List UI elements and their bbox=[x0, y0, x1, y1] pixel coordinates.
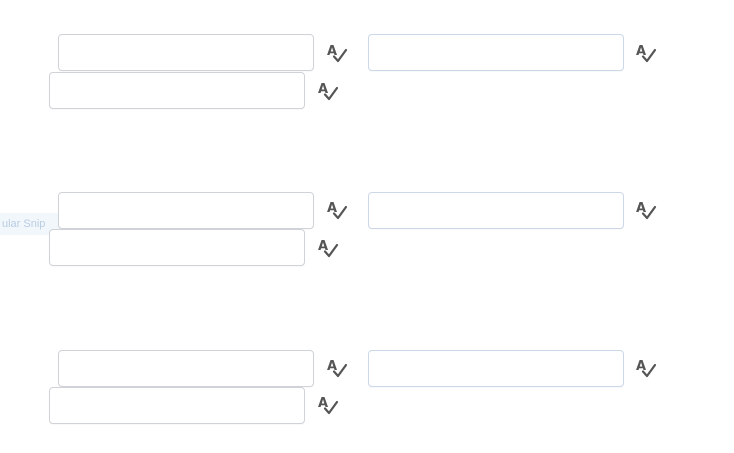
spellcheck-icon[interactable]: A bbox=[326, 357, 348, 379]
text-field-group2-left[interactable] bbox=[58, 192, 314, 229]
text-field-group1-left[interactable] bbox=[58, 34, 314, 71]
spellcheck-icon[interactable]: A bbox=[635, 42, 657, 64]
spellcheck-icon[interactable]: A bbox=[317, 80, 339, 102]
spellcheck-icon[interactable]: A bbox=[326, 42, 348, 64]
spellcheck-icon[interactable]: A bbox=[326, 199, 348, 221]
text-field-group3-left[interactable] bbox=[58, 350, 314, 387]
spellcheck-icon[interactable]: A bbox=[635, 357, 657, 379]
form-canvas: ular Snip A A A A A A A A A bbox=[0, 0, 734, 453]
text-field-group2-lower[interactable] bbox=[49, 229, 305, 266]
text-field-group3-lower[interactable] bbox=[49, 387, 305, 424]
text-field-group1-lower[interactable] bbox=[49, 72, 305, 109]
spellcheck-icon[interactable]: A bbox=[317, 237, 339, 259]
text-field-group3-right[interactable] bbox=[368, 350, 624, 387]
spellcheck-icon[interactable]: A bbox=[317, 394, 339, 416]
text-field-group2-right[interactable] bbox=[368, 192, 624, 229]
spellcheck-icon[interactable]: A bbox=[635, 199, 657, 221]
text-field-group1-right[interactable] bbox=[368, 34, 624, 71]
